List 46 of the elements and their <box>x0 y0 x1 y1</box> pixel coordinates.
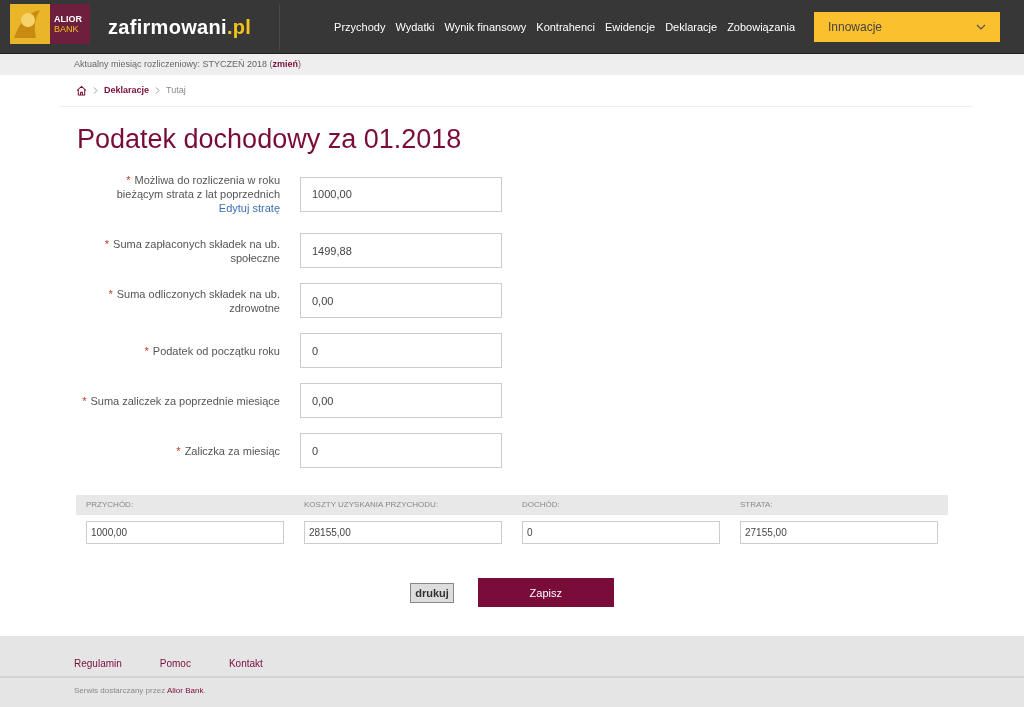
input-field[interactable]: 0 <box>522 521 720 545</box>
input-field[interactable]: 28155,00 <box>304 521 502 545</box>
field-label: * Suma zapłaconych składek na ub. społeczne <box>104 237 280 264</box>
nav-link[interactable]: Ewidencje <box>600 18 661 36</box>
caret-icon <box>976 24 986 30</box>
chevron-icon <box>93 87 98 94</box>
column-label: PRZYCHÓD: <box>86 500 134 510</box>
print-button[interactable]: drukuj <box>410 582 454 604</box>
input-field[interactable]: 1000,00 <box>300 176 502 212</box>
nav-link[interactable]: Kontrahenci <box>531 18 600 36</box>
footer-link[interactable]: Regulamin <box>74 656 122 676</box>
input-field[interactable]: 0,00 <box>300 383 502 419</box>
input-field[interactable]: 0 <box>300 333 502 369</box>
footer-link[interactable]: Kontakt <box>228 656 263 676</box>
dropdown[interactable]: Innowacje <box>814 12 1000 42</box>
breadcrumb-current: Tutaj <box>166 83 186 97</box>
bank-logo-text: ALIOR BANK <box>53 13 82 36</box>
page-title: Podatek dochodowy za 01.2018 <box>77 123 463 156</box>
save-button[interactable]: Zapisz <box>477 578 614 608</box>
input-field[interactable]: 0,00 <box>300 283 502 319</box>
field-label: * Suma odliczonych składek na ub. zdrowotne <box>108 287 280 314</box>
field-label: * Podatek od początku roku <box>144 344 280 357</box>
input-field[interactable]: 27155,00 <box>740 521 938 545</box>
period-info: Aktualny miesiąc rozliczeniowy: STYCZEŃ 2018 (zmień) <box>74 57 302 71</box>
nav-link[interactable]: Wydatki <box>390 18 440 36</box>
column-label: KOSZTY UZYSKANIA PRZYCHODU: <box>304 500 439 510</box>
field-label: * Możliwa do rozliczenia w roku bieżącym strata z lat poprzednich <box>116 174 280 201</box>
chevron-icon <box>155 87 161 94</box>
footer-note: Serwis dostarczany przez Alior Bank. <box>74 686 206 695</box>
input-field[interactable]: 0 <box>300 433 502 469</box>
footer-link[interactable]: Pomoc <box>159 656 191 676</box>
column-label: STRATA: <box>740 500 773 510</box>
breadcrumb-link[interactable]: Deklaracje <box>104 83 150 98</box>
input-field[interactable]: 1499,88 <box>300 233 502 269</box>
edit-link[interactable]: Edytuj stratę <box>218 202 280 215</box>
logo-emblem-icon <box>10 4 50 44</box>
nav-link[interactable]: Wynik finansowy <box>439 18 532 36</box>
home-icon[interactable] <box>76 85 87 96</box>
field-label: * Suma zaliczek za poprzednie miesiące <box>82 394 280 407</box>
nav-link[interactable]: Zobowiązania <box>722 18 800 36</box>
site-logo[interactable]: zafirmowani.pl <box>90 4 281 50</box>
field-label: * Zaliczka za miesiąc <box>176 444 280 457</box>
input-field[interactable]: 1000,00 <box>86 521 284 545</box>
nav-link[interactable]: Przychody <box>329 18 391 36</box>
column-label: DOCHÓD: <box>522 500 560 510</box>
nav-link[interactable]: Deklaracje <box>660 18 723 36</box>
